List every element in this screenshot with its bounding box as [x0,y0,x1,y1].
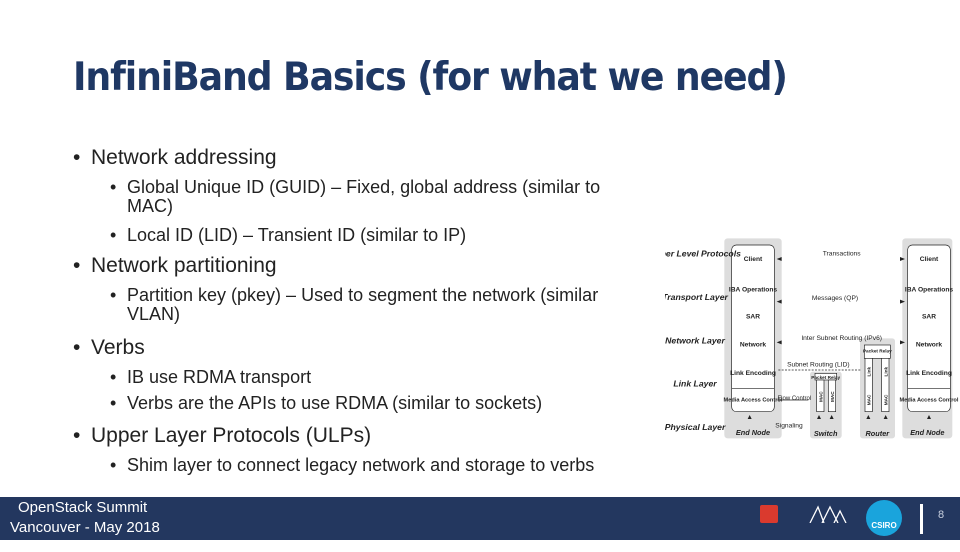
node-label: Router [866,429,891,438]
link-port: Link [867,366,872,376]
mellanox-logo [808,505,848,535]
messages-label: Messages (QP) [812,295,858,302]
iba-ops-label: IBA Operations [729,287,778,294]
bullet-verbs: Verbs [73,336,145,360]
layer-label: Transport Layer [665,292,729,302]
layer-label: Network Layer [665,335,725,345]
layer-label: Link Layer [673,379,717,389]
client-label: Client [744,256,763,263]
node-label: Switch [814,429,838,438]
transactions-label: Transactions [823,251,862,258]
mac-port: MAC [818,391,823,402]
switch-relay-label: Packet Relay [811,375,840,380]
bullet-network-partitioning: Network partitioning [73,254,277,278]
router-relay-label: Packet Relay [863,348,892,353]
page-number: 8 [938,509,945,521]
node-label: End Node [910,428,944,437]
network-label: Network [740,342,767,349]
layer-label: Physical Layer [665,422,726,432]
ib-architecture-diagram: Upper Level Protocols Transport Layer Ne… [649,235,960,445]
subnet-routing-label: Subnet Routing (LID) [787,362,850,369]
link-encoding-label: Link Encoding [906,370,952,377]
link-encoding-label: Link Encoding [730,370,776,377]
mac-port: MAC [867,394,872,405]
footer-date: Vancouver - May 2018 [10,519,160,536]
openstack-logo [760,505,778,523]
mac-label: Media Access Control [724,398,783,404]
sub-bullet-rdma: IB use RDMA transport [110,368,311,388]
flow-control-label: Flow Control [777,396,811,402]
iba-ops-label: IBA Operations [905,287,954,294]
mac-label: Media Access Control [900,398,959,404]
sub-bullet-shim: Shim layer to connect legacy network and… [110,456,594,476]
node-label: End Node [736,428,770,437]
client-label: Client [920,256,939,263]
svg-text:Upper Level Protocols: Upper Level Protocols [665,249,741,259]
slide-title: InfiniBand Basics (for what we need) [73,55,788,100]
csiro-logo: CSIRO [866,500,902,536]
bullet-ulps: Upper Layer Protocols (ULPs) [73,424,371,448]
network-label: Network [916,342,943,349]
footer-bar: OpenStack Summit Vancouver - May 2018 CS… [0,497,960,540]
signaling-label: Signaling [775,423,803,430]
layer-label: Upper Level Protocols [665,249,741,259]
sub-bullet-guid: Global Unique ID (GUID) – Fixed, global … [110,178,600,216]
divider [920,504,923,534]
sub-bullet-pkey: Partition key (pkey) – Used to segment t… [110,286,598,324]
link-port: Link [883,366,888,376]
sar-label: SAR [922,313,936,320]
sub-bullet-verbs-api: Verbs are the APIs to use RDMA (similar … [110,394,542,414]
sar-label: SAR [746,313,760,320]
mac-port: MAC [883,394,888,405]
sub-bullet-lid: Local ID (LID) – Transient ID (similar t… [110,226,466,246]
inter-subnet-label: Inter Subnet Routing (IPv6) [801,335,882,342]
switch-bg [810,371,842,439]
footer-event: OpenStack Summit [18,499,148,516]
mac-port: MAC [830,391,835,402]
bullet-network-addressing: Network addressing [73,146,277,170]
